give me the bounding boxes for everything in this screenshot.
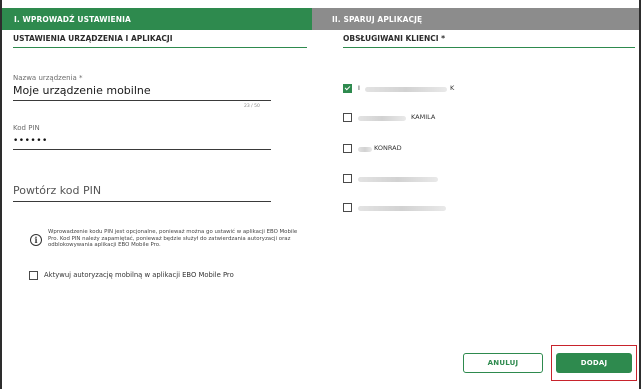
device-name-label: Nazwa urządzenia * [13, 74, 83, 82]
client-row[interactable]: KONRAD [343, 144, 543, 158]
pin-input[interactable]: •••••• [13, 136, 48, 146]
device-name-input[interactable]: Moje urządzenie mobilne [13, 84, 151, 97]
client-checkbox[interactable] [343, 174, 352, 183]
pin-label: Kod PIN [13, 124, 40, 132]
step-tab-settings[interactable]: I. WPROWADŹ USTAWIENIA [2, 8, 312, 30]
device-settings-title: USTAWIENIA URZĄDZENIA I APLIKACJI [13, 34, 173, 43]
client-name-prefix: I [358, 84, 360, 92]
client-row[interactable] [343, 203, 543, 217]
pairing-wizard: I. WPROWADŹ USTAWIENIA II. SPARUJ APLIKA… [0, 0, 641, 389]
pin-info-text: Wprowadzenie kodu PIN jest opcjonalne, p… [48, 229, 298, 249]
client-checkbox[interactable] [343, 203, 352, 212]
section-divider-right [343, 47, 635, 48]
repeat-pin-underline [13, 201, 271, 202]
client-name-redacted [358, 147, 372, 152]
mobile-auth-checkbox[interactable] [29, 271, 38, 280]
repeat-pin-input[interactable]: Powtórz kod PIN [13, 184, 101, 197]
client-name-suffix: KAMILA [411, 113, 436, 121]
client-row[interactable] [343, 174, 543, 188]
info-circle-icon: i [30, 234, 42, 246]
pin-underline [13, 149, 271, 150]
clients-title: OBSŁUGIWANI KLIENCI * [343, 34, 446, 43]
client-name-redacted [358, 177, 438, 182]
client-name-suffix: KONRAD [374, 144, 402, 152]
client-name-redacted [358, 116, 406, 121]
device-name-char-counter: 23 / 50 [244, 104, 260, 109]
client-row[interactable]: I K [343, 84, 543, 98]
client-name-redacted [365, 87, 447, 92]
client-checkbox[interactable] [343, 113, 352, 122]
client-name-suffix: K [450, 84, 455, 92]
mobile-auth-label[interactable]: Aktywuj autoryzację mobilną w aplikacji … [44, 271, 234, 279]
client-checkbox[interactable] [343, 144, 352, 153]
add-button[interactable]: DODAJ [556, 353, 632, 373]
cancel-button[interactable]: ANULUJ [463, 353, 543, 373]
device-name-underline [13, 100, 271, 101]
step-tab-pair-app[interactable]: II. SPARUJ APLIKACJĘ [312, 8, 639, 30]
client-checkbox[interactable] [343, 84, 352, 93]
window-border-left [0, 0, 2, 389]
client-row[interactable]: KAMILA [343, 113, 543, 127]
client-name-redacted [358, 206, 446, 211]
section-divider-left [13, 47, 307, 48]
